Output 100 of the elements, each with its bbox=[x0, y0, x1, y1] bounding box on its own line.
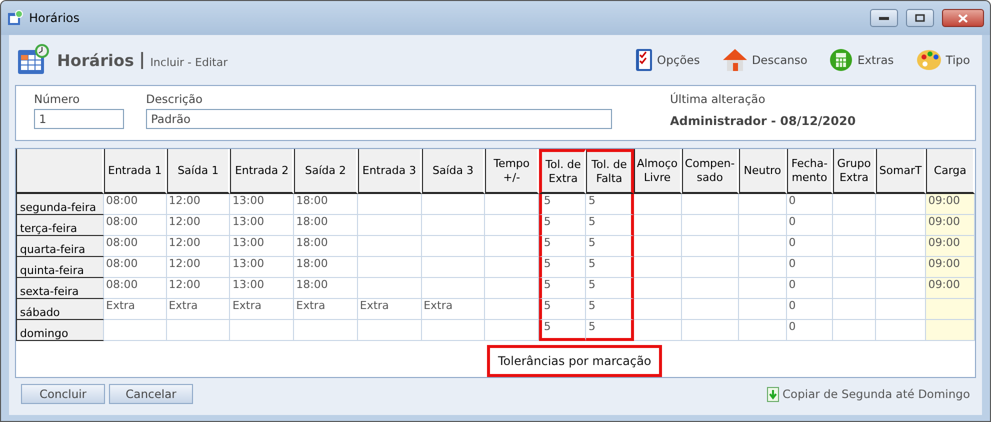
table-cell[interactable]: 5 bbox=[538, 299, 586, 320]
table-cell[interactable] bbox=[833, 320, 876, 341]
table-cell[interactable]: 5 bbox=[538, 320, 586, 341]
table-cell[interactable] bbox=[739, 278, 787, 299]
table-cell[interactable] bbox=[422, 278, 486, 299]
table-cell[interactable] bbox=[833, 278, 876, 299]
table-cell[interactable] bbox=[358, 215, 422, 236]
table-cell[interactable]: 12:00 bbox=[166, 215, 230, 236]
close-button[interactable] bbox=[942, 9, 984, 27]
table-cell[interactable]: 18:00 bbox=[294, 194, 358, 215]
table-cell[interactable] bbox=[833, 257, 876, 278]
table-cell[interactable]: 08:00 bbox=[104, 236, 167, 257]
table-cell[interactable]: 09:00 bbox=[926, 257, 975, 278]
table-cell[interactable]: 08:00 bbox=[104, 215, 167, 236]
table-cell[interactable]: 18:00 bbox=[294, 257, 358, 278]
table-cell[interactable] bbox=[739, 194, 787, 215]
table-cell[interactable]: 5 bbox=[538, 257, 586, 278]
table-cell[interactable]: 5 bbox=[586, 236, 634, 257]
table-cell[interactable] bbox=[634, 299, 682, 320]
table-cell[interactable] bbox=[422, 320, 486, 341]
table-cell[interactable] bbox=[682, 320, 740, 341]
toolbar-button[interactable]: Extras bbox=[829, 48, 894, 72]
table-cell[interactable]: 09:00 bbox=[926, 278, 975, 299]
table-cell[interactable] bbox=[739, 215, 787, 236]
table-cell[interactable] bbox=[422, 215, 486, 236]
table-cell[interactable] bbox=[634, 278, 682, 299]
table-cell[interactable]: 18:00 bbox=[294, 215, 358, 236]
table-cell[interactable]: 13:00 bbox=[230, 236, 294, 257]
table-cell[interactable]: 5 bbox=[538, 236, 586, 257]
table-cell[interactable] bbox=[166, 320, 230, 341]
table-cell[interactable] bbox=[485, 215, 539, 236]
table-cell[interactable] bbox=[485, 194, 539, 215]
table-cell[interactable] bbox=[634, 257, 682, 278]
table-cell[interactable]: Extra bbox=[166, 299, 230, 320]
table-cell[interactable]: 13:00 bbox=[230, 194, 294, 215]
table-cell[interactable]: 0 bbox=[786, 278, 834, 299]
table-cell[interactable]: 13:00 bbox=[230, 257, 294, 278]
table-cell[interactable] bbox=[294, 320, 358, 341]
toolbar-button[interactable]: Tipo bbox=[916, 48, 970, 72]
table-cell[interactable]: 0 bbox=[786, 299, 834, 320]
table-cell[interactable]: Extra bbox=[230, 299, 294, 320]
table-cell[interactable] bbox=[682, 299, 740, 320]
table-cell[interactable]: 0 bbox=[786, 236, 834, 257]
table-cell[interactable] bbox=[104, 320, 167, 341]
table-cell[interactable] bbox=[739, 320, 787, 341]
table-cell[interactable]: 08:00 bbox=[104, 194, 167, 215]
table-cell[interactable]: Extra bbox=[294, 299, 358, 320]
table-cell[interactable]: 5 bbox=[586, 299, 634, 320]
table-cell[interactable]: 12:00 bbox=[166, 194, 230, 215]
table-cell[interactable]: 08:00 bbox=[104, 257, 167, 278]
table-cell[interactable]: 09:00 bbox=[926, 215, 975, 236]
table-cell[interactable] bbox=[485, 299, 539, 320]
table-cell[interactable]: 09:00 bbox=[926, 194, 975, 215]
table-cell[interactable] bbox=[485, 236, 539, 257]
table-cell[interactable] bbox=[230, 320, 294, 341]
table-cell[interactable] bbox=[833, 299, 876, 320]
copy-link[interactable]: Copiar de Segunda até Domingo bbox=[766, 386, 970, 402]
table-cell[interactable] bbox=[358, 257, 422, 278]
table-cell[interactable] bbox=[634, 236, 682, 257]
table-cell[interactable]: 13:00 bbox=[230, 215, 294, 236]
description-field[interactable]: Padrão bbox=[146, 109, 612, 129]
table-cell[interactable] bbox=[682, 278, 740, 299]
table-cell[interactable] bbox=[485, 320, 539, 341]
table-cell[interactable] bbox=[422, 257, 486, 278]
table-cell[interactable]: 5 bbox=[586, 278, 634, 299]
table-cell[interactable] bbox=[682, 257, 740, 278]
table-cell[interactable] bbox=[833, 236, 876, 257]
table-cell[interactable] bbox=[358, 320, 422, 341]
table-cell[interactable] bbox=[926, 320, 975, 341]
table-cell[interactable]: 09:00 bbox=[926, 236, 975, 257]
table-cell[interactable]: 0 bbox=[786, 215, 834, 236]
table-cell[interactable]: 12:00 bbox=[166, 257, 230, 278]
table-cell[interactable]: 5 bbox=[538, 278, 586, 299]
table-cell[interactable] bbox=[422, 194, 486, 215]
table-cell[interactable]: Extra bbox=[104, 299, 167, 320]
table-cell[interactable] bbox=[739, 299, 787, 320]
form-button[interactable]: Concluir bbox=[21, 384, 105, 404]
table-cell[interactable] bbox=[358, 278, 422, 299]
table-cell[interactable]: 13:00 bbox=[230, 278, 294, 299]
table-cell[interactable]: Extra bbox=[358, 299, 422, 320]
table-cell[interactable] bbox=[926, 299, 975, 320]
table-cell[interactable]: 0 bbox=[786, 257, 834, 278]
table-cell[interactable] bbox=[739, 236, 787, 257]
table-cell[interactable] bbox=[634, 320, 682, 341]
table-cell[interactable]: 12:00 bbox=[166, 278, 230, 299]
table-cell[interactable]: 5 bbox=[538, 215, 586, 236]
table-cell[interactable]: Extra bbox=[422, 299, 486, 320]
table-cell[interactable] bbox=[634, 215, 682, 236]
toolbar-button[interactable]: Opções bbox=[635, 48, 700, 72]
table-cell[interactable]: 5 bbox=[586, 194, 634, 215]
table-cell[interactable]: 5 bbox=[538, 194, 586, 215]
table-cell[interactable] bbox=[358, 236, 422, 257]
number-field[interactable]: 1 bbox=[34, 109, 124, 129]
table-cell[interactable] bbox=[833, 215, 876, 236]
table-cell[interactable]: 08:00 bbox=[104, 278, 167, 299]
table-cell[interactable] bbox=[739, 257, 787, 278]
table-cell[interactable] bbox=[682, 194, 740, 215]
form-button[interactable]: Cancelar bbox=[109, 384, 193, 404]
table-cell[interactable]: 0 bbox=[786, 320, 834, 341]
table-cell[interactable] bbox=[422, 236, 486, 257]
